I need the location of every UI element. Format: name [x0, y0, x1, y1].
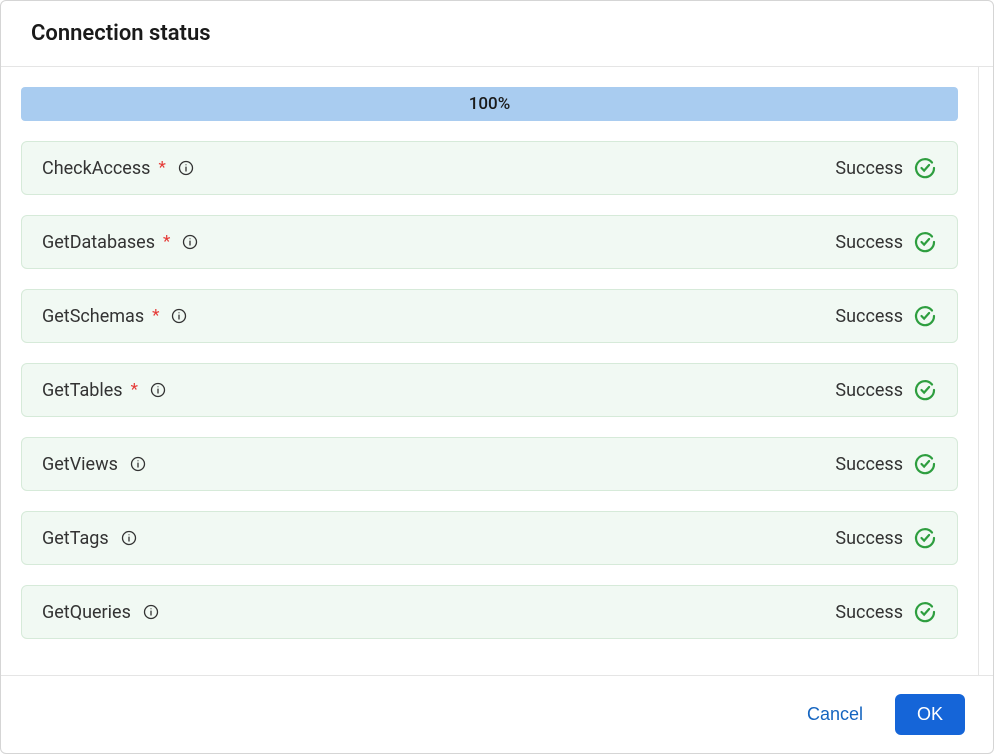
- status-text: Success: [835, 380, 903, 401]
- success-check-icon: [913, 230, 937, 254]
- status-text: Success: [835, 158, 903, 179]
- success-check-icon: [913, 452, 937, 476]
- check-right: Success: [835, 156, 937, 180]
- check-row: GetViews Success: [21, 437, 958, 491]
- status-text: Success: [835, 232, 903, 253]
- ok-button[interactable]: OK: [895, 694, 965, 735]
- progress-bar: 100%: [21, 87, 958, 121]
- status-text: Success: [835, 306, 903, 327]
- status-text: Success: [835, 454, 903, 475]
- check-left: GetTags: [42, 528, 137, 549]
- info-icon[interactable]: [182, 234, 198, 250]
- check-name: GetTags: [42, 528, 109, 549]
- info-icon[interactable]: [143, 604, 159, 620]
- check-row: GetQueries Success: [21, 585, 958, 639]
- check-left: GetViews: [42, 454, 146, 475]
- connection-status-modal: Connection status 100% CheckAccess * Succe…: [0, 0, 994, 754]
- success-check-icon: [913, 156, 937, 180]
- required-asterisk: *: [158, 158, 165, 178]
- check-name: CheckAccess: [42, 158, 150, 179]
- status-text: Success: [835, 528, 903, 549]
- check-right: Success: [835, 526, 937, 550]
- required-asterisk: *: [131, 380, 138, 400]
- info-icon[interactable]: [130, 456, 146, 472]
- check-row: CheckAccess * Success: [21, 141, 958, 195]
- check-row: GetDatabases * Success: [21, 215, 958, 269]
- check-name: GetSchemas: [42, 306, 144, 327]
- check-name: GetViews: [42, 454, 118, 475]
- modal-title: Connection status: [31, 21, 963, 46]
- required-asterisk: *: [152, 306, 159, 326]
- modal-footer: Cancel OK: [1, 675, 993, 753]
- check-name: GetTables: [42, 380, 123, 401]
- check-left: GetSchemas *: [42, 306, 187, 327]
- status-text: Success: [835, 602, 903, 623]
- check-right: Success: [835, 378, 937, 402]
- check-right: Success: [835, 230, 937, 254]
- success-check-icon: [913, 600, 937, 624]
- check-list: CheckAccess*SuccessGetDatabases*SuccessG…: [21, 141, 958, 639]
- check-left: GetDatabases *: [42, 232, 198, 253]
- check-left: CheckAccess *: [42, 158, 194, 179]
- check-row: GetTables * Success: [21, 363, 958, 417]
- check-right: Success: [835, 452, 937, 476]
- success-check-icon: [913, 304, 937, 328]
- check-right: Success: [835, 304, 937, 328]
- progress-percent: 100%: [469, 94, 511, 114]
- success-check-icon: [913, 526, 937, 550]
- info-icon[interactable]: [150, 382, 166, 398]
- check-name: GetQueries: [42, 602, 131, 623]
- info-icon[interactable]: [178, 160, 194, 176]
- modal-body[interactable]: 100% CheckAccess * Success GetDatabases * Suc…: [1, 67, 979, 675]
- check-row: GetTags Success: [21, 511, 958, 565]
- check-name: GetDatabases: [42, 232, 155, 253]
- required-asterisk: *: [163, 232, 170, 252]
- success-check-icon: [913, 378, 937, 402]
- check-left: GetTables *: [42, 380, 166, 401]
- modal-header: Connection status: [1, 1, 993, 67]
- cancel-button[interactable]: Cancel: [803, 696, 867, 733]
- check-row: GetSchemas * Success: [21, 289, 958, 343]
- info-icon[interactable]: [121, 530, 137, 546]
- check-left: GetQueries: [42, 602, 159, 623]
- info-icon[interactable]: [171, 308, 187, 324]
- check-right: Success: [835, 600, 937, 624]
